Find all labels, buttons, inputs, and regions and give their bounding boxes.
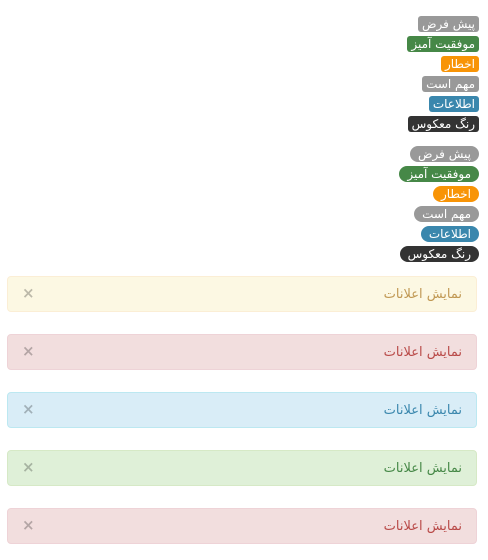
alert-text: نمایش اعلانات xyxy=(383,519,462,534)
label-list: پیش فرض موفقیت آمیز اخطار مهم است اطلاعا… xyxy=(407,16,479,136)
close-icon[interactable]: × xyxy=(22,460,35,475)
alert-error-2: × نمایش اعلانات xyxy=(7,508,477,544)
alert-text: نمایش اعلانات xyxy=(383,403,462,418)
alert-text: نمایش اعلانات xyxy=(383,345,462,360)
close-icon[interactable]: × xyxy=(22,286,35,301)
label-success: موفقیت آمیز xyxy=(407,36,479,52)
close-icon[interactable]: × xyxy=(22,518,35,533)
alert-text: نمایش اعلانات xyxy=(383,461,462,476)
label-warning: اخطار xyxy=(440,56,479,72)
badge-inverse: رنگ معکوس xyxy=(399,246,479,262)
alert-warning: × نمایش اعلانات xyxy=(7,276,477,312)
alert-text: نمایش اعلانات xyxy=(383,287,462,302)
badge-important: مهم است xyxy=(414,206,479,222)
label-info: اطلاعات xyxy=(428,96,479,112)
badge-default: پیش فرض xyxy=(410,146,479,162)
close-icon[interactable]: × xyxy=(22,344,35,359)
alert-success: × نمایش اعلانات xyxy=(7,450,477,486)
label-important: مهم است xyxy=(422,76,479,92)
badge-warning: اخطار xyxy=(432,186,479,202)
badge-info: اطلاعات xyxy=(420,226,479,242)
close-icon[interactable]: × xyxy=(22,402,35,417)
alert-info: × نمایش اعلانات xyxy=(7,392,477,428)
badge-success: موفقیت آمیز xyxy=(399,166,479,182)
label-inverse: رنگ معکوس xyxy=(407,116,479,132)
label-default: پیش فرض xyxy=(418,16,479,32)
badge-list: پیش فرض موفقیت آمیز اخطار مهم است اطلاعا… xyxy=(399,146,479,266)
alert-error: × نمایش اعلانات xyxy=(7,334,477,370)
